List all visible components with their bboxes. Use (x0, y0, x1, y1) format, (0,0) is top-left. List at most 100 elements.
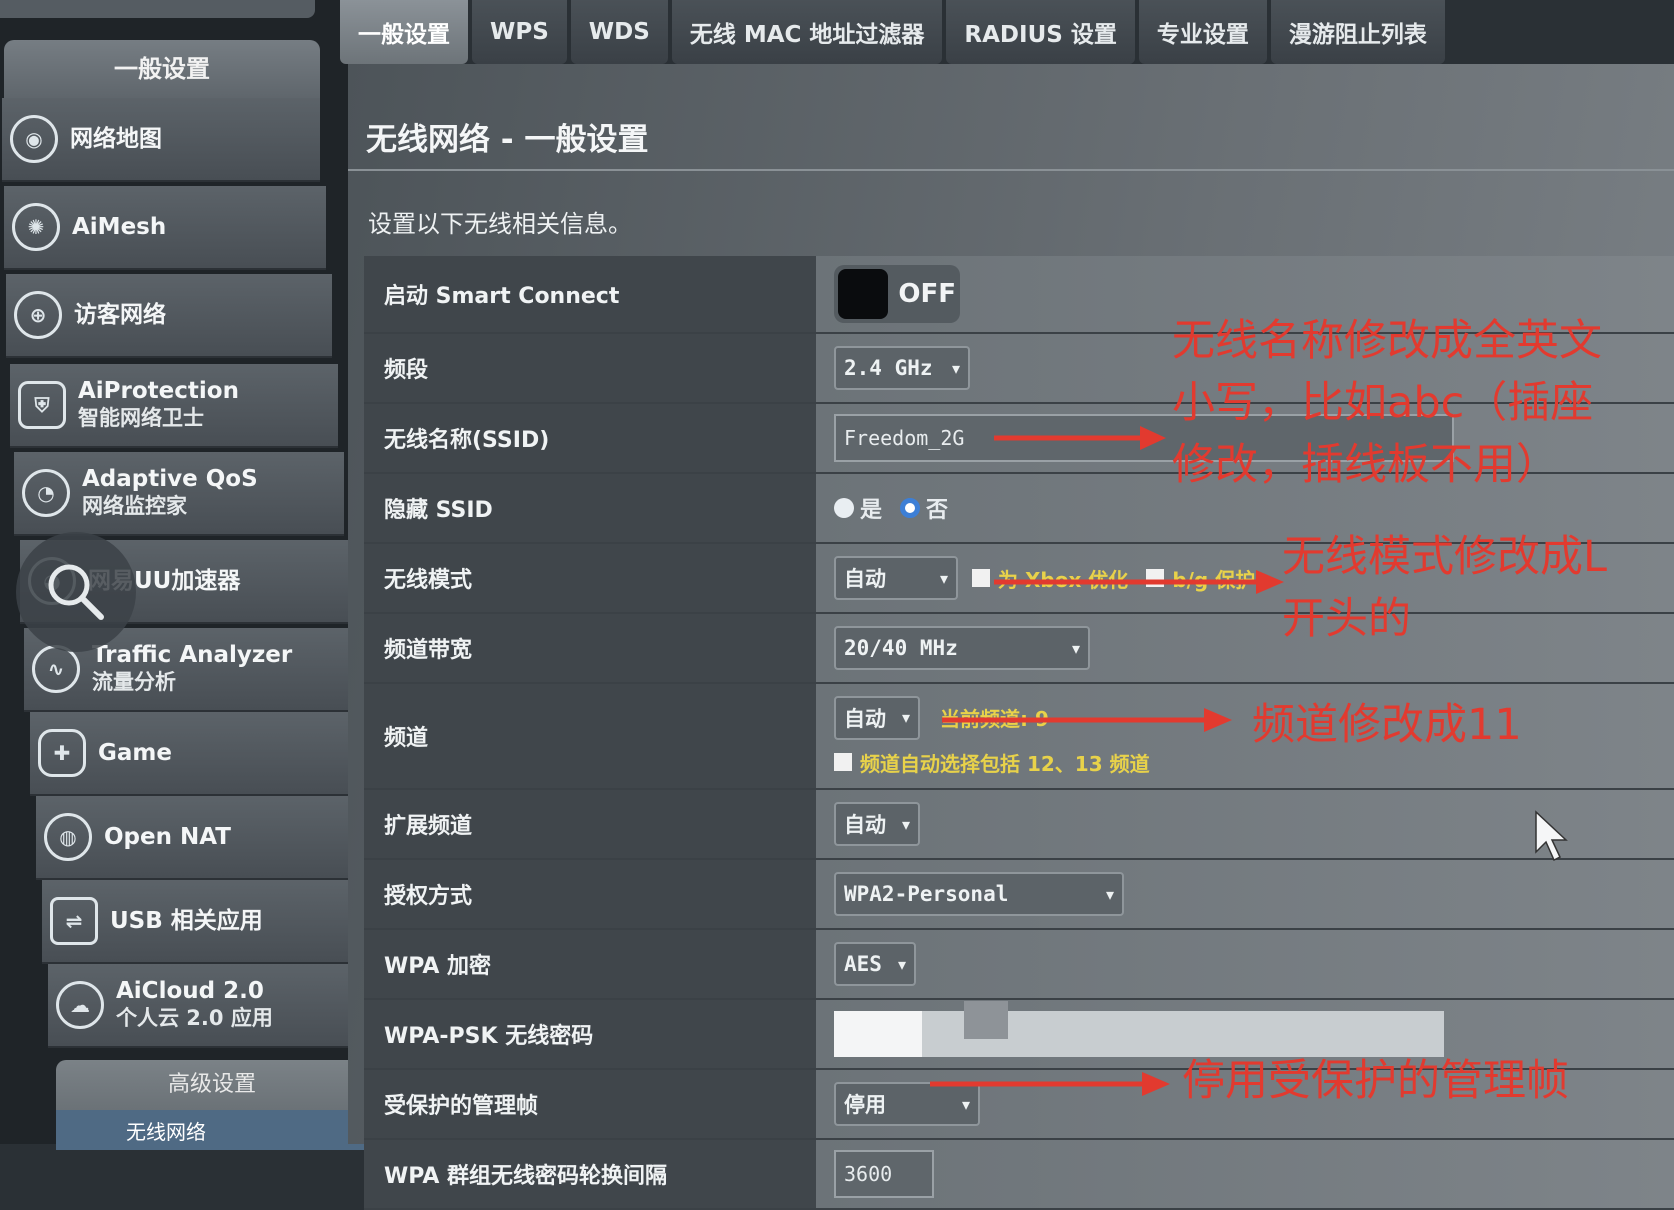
wireless-mode-value: 自动 (844, 567, 886, 591)
annotation-pmf: 停用受保护的管理帧 (1182, 1056, 1569, 1106)
radio-label: 是 (860, 498, 883, 523)
tab-professional[interactable]: 专业设置 (1138, 0, 1267, 64)
sidebar-item-usb[interactable]: ⇌ USB 相关应用 (42, 880, 368, 964)
gauge-icon: ◔ (22, 469, 70, 517)
tab-wps[interactable]: WPS (472, 0, 567, 64)
hide-ssid-no-radio[interactable]: 否 (900, 492, 948, 524)
sidebar-item-aimesh[interactable]: ✺ AiMesh (4, 186, 326, 270)
red-arrow-channel (942, 708, 1232, 732)
annotation-line: 开头的 (1282, 594, 1411, 644)
sidebar-item-aiprotection[interactable]: ⛨ AiProtection 智能网络卫士 (10, 364, 338, 448)
radio-unchecked-icon (834, 498, 854, 518)
row-extension-channel: 扩展频道 自动 ▾ (364, 790, 1674, 860)
sidebar-item-adaptive-qos[interactable]: ◔ Adaptive QoS 网络监控家 (14, 452, 344, 536)
wpa-encryption-label: WPA 加密 (364, 930, 816, 998)
sidebar-item-label: AiCloud 2.0 (116, 978, 264, 1004)
ext-channel-select[interactable]: 自动 ▾ (834, 802, 920, 846)
sidebar-item-label: AiMesh (72, 213, 167, 240)
row-wpa-encryption: WPA 加密 AES ▾ (364, 930, 1674, 1000)
sidebar-item-label: Open NAT (104, 823, 231, 850)
page-title: 无线网络 - 一般设置 (366, 122, 649, 158)
tab-mac-filter[interactable]: 无线 MAC 地址过滤器 (671, 0, 943, 64)
annotation-wireless-mode: 无线模式修改成L 开头的 (1282, 526, 1607, 650)
sidebar-item-label: AiProtection (78, 378, 239, 404)
ssid-label: 无线名称(SSID) (364, 404, 816, 472)
hide-ssid-yes-radio[interactable]: 是 (834, 492, 882, 524)
annotation-channel: 频道修改成11 (1252, 700, 1522, 750)
chevron-down-icon: ▾ (897, 954, 906, 974)
channel-value: 自动 (844, 706, 886, 731)
gtk-interval-input[interactable]: 3600 (834, 1150, 934, 1198)
sidebar-item-wireless[interactable]: 无线网络 (56, 1110, 368, 1150)
sidebar-item-network-map[interactable]: ◉ 网络地图 (2, 98, 320, 182)
wpa-encryption-value: AES (844, 952, 882, 976)
channel-bandwidth-select[interactable]: 20/40 MHz ▾ (834, 626, 1090, 670)
wireless-mode-select[interactable]: 自动 ▾ (834, 556, 958, 600)
gtk-interval-label: WPA 群组无线密码轮换间隔 (364, 1140, 816, 1208)
chevron-down-icon: ▾ (1071, 638, 1080, 658)
mesh-icon: ✺ (12, 203, 60, 251)
channel-select[interactable]: 自动 ▾ (834, 695, 920, 740)
floating-magnifier-button[interactable] (16, 532, 136, 652)
title-divider (348, 169, 1674, 171)
toggle-state-text: OFF (898, 279, 956, 309)
chevron-down-icon: ▾ (901, 708, 910, 727)
sidebar-item-label: 网络地图 (70, 125, 162, 152)
annotation-ssid: 无线名称修改成全英文 小写，比如abc（插座 修改，插线板不用） (1172, 310, 1602, 496)
sidebar-item-label: Adaptive QoS (82, 466, 258, 492)
tab-roaming-block[interactable]: 漫游阻止列表 (1270, 0, 1445, 64)
row-gtk-interval: WPA 群组无线密码轮换间隔 3600 (364, 1140, 1674, 1210)
auto-channel-checkbox[interactable] (834, 753, 852, 771)
chevron-down-icon: ▾ (951, 358, 960, 378)
tab-wds[interactable]: WDS (570, 0, 668, 64)
red-arrow-ssid (994, 426, 1166, 450)
cloud-icon: ☁ (56, 981, 104, 1029)
usb-icon: ⇌ (50, 897, 98, 945)
chevron-down-icon: ▾ (901, 814, 910, 834)
sidebar-advanced-section: 高级设置 无线网络 (56, 1060, 368, 1150)
channel-label: 频道 (364, 684, 816, 788)
sidebar-header: 一般设置 (4, 40, 320, 98)
sidebar-item-label: Traffic Analyzer (92, 642, 293, 668)
shield-lock-icon: ⛨ (18, 381, 66, 429)
row-auth-method: 授权方式 WPA2-Personal ▾ (364, 860, 1674, 930)
tab-bar: 一般设置 WPS WDS 无线 MAC 地址过滤器 RADIUS 设置 专业设置… (340, 0, 1449, 64)
sidebar-item-label: Game (98, 739, 172, 766)
annotation-line: 修改，插线板不用） (1172, 440, 1559, 490)
pmf-label: 受保护的管理帧 (364, 1070, 816, 1138)
annotation-line: 无线模式修改成L (1282, 532, 1607, 582)
sidebar-item-sublabel: 个人云 2.0 应用 (116, 1006, 273, 1030)
red-arrow-pmf (930, 1072, 1170, 1096)
channel-bandwidth-value: 20/40 MHz (844, 636, 958, 660)
band-select-value: 2.4 GHz (844, 356, 933, 380)
tab-radius[interactable]: RADIUS 设置 (946, 0, 1135, 64)
sidebar-item-sublabel: 智能网络卫士 (78, 406, 204, 430)
auth-method-select[interactable]: WPA2-Personal ▾ (834, 872, 1124, 916)
sidebar-item-open-nat[interactable]: ◍ Open NAT (36, 796, 364, 880)
traffic-icon: ∿ (32, 645, 80, 693)
tab-general[interactable]: 一般设置 (340, 0, 468, 64)
auto-channel-note: 频道自动选择包括 12、13 频道 (860, 751, 1150, 776)
sidebar-item-guest-network[interactable]: ⊕ 访客网络 (6, 274, 332, 358)
wireless-mode-label: 无线模式 (364, 544, 816, 612)
ext-channel-label: 扩展频道 (364, 790, 816, 858)
band-label: 频段 (364, 334, 816, 402)
sidebar-item-aicloud[interactable]: ☁ AiCloud 2.0 个人云 2.0 应用 (48, 964, 370, 1048)
ssid-input-value: Freedom_2G (844, 426, 965, 450)
xbox-optimize-checkbox[interactable] (972, 569, 990, 587)
redaction-block (834, 1011, 922, 1057)
guest-network-icon: ⊕ (14, 291, 62, 339)
sidebar-advanced-header: 高级设置 (167, 1072, 256, 1097)
page-description: 设置以下无线相关信息。 (368, 210, 632, 238)
radio-label: 否 (926, 498, 949, 523)
annotation-line: 小写，比如abc（插座 (1172, 378, 1594, 428)
hide-ssid-label: 隐藏 SSID (364, 474, 816, 542)
channel-bandwidth-label: 频道带宽 (364, 614, 816, 682)
sidebar-item-label: 无线网络 (126, 1120, 206, 1144)
auth-method-value: WPA2-Personal (844, 882, 1009, 906)
wpa-encryption-select[interactable]: AES ▾ (834, 942, 916, 986)
smart-connect-toggle[interactable]: OFF (834, 265, 960, 323)
sidebar-item-game[interactable]: ✚ Game (30, 712, 360, 796)
band-select[interactable]: 2.4 GHz ▾ (834, 346, 970, 390)
sidebar-item-label: 访客网络 (74, 301, 166, 328)
